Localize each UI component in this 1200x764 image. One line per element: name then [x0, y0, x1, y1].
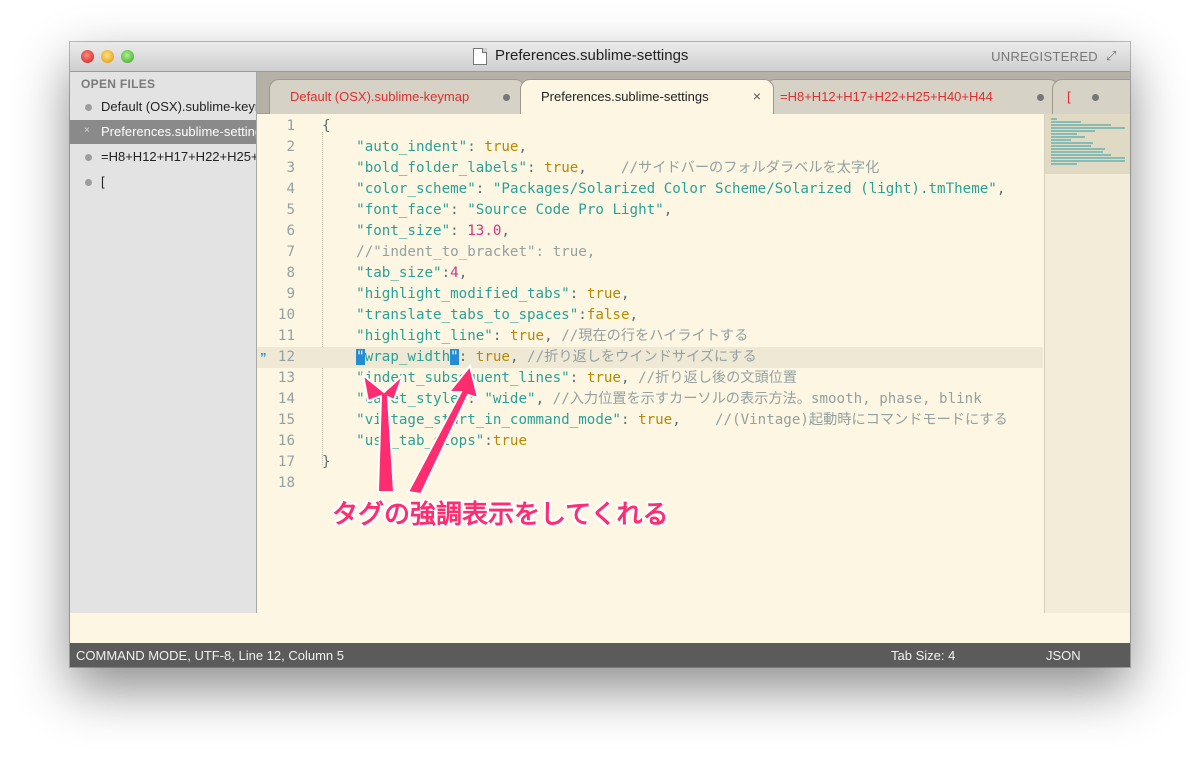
unsaved-dot-icon	[1092, 94, 1099, 101]
line-code: //"indent_to_bracket": true,	[356, 244, 596, 260]
title-bar: Preferences.sublime-settings UNREGISTERE…	[70, 42, 1130, 72]
line-number: 11	[277, 328, 295, 344]
code-line[interactable]: 18	[257, 473, 1043, 494]
code-line[interactable]: 5 "font_face": "Source Code Pro Light",	[257, 200, 1043, 221]
status-tab-size[interactable]: Tab Size: 4	[891, 648, 955, 663]
status-bar: COMMAND MODE, UTF-8, Line 12, Column 5 T…	[70, 643, 1130, 667]
document-icon	[473, 48, 487, 65]
line-number: 18	[277, 475, 295, 491]
sidebar-item-default-keymap[interactable]: Default (OSX).sublime-keymap	[70, 95, 256, 119]
code-line[interactable]: 10 "translate_tabs_to_spaces":false,	[257, 305, 1043, 326]
line-number: 17	[277, 454, 295, 470]
code-line[interactable]: 12” "wrap_width": true, //折り返しをウインドサイズにす…	[257, 347, 1043, 368]
minimize-window-button[interactable]	[101, 50, 114, 63]
line-number: 6	[286, 223, 295, 239]
code-line[interactable]: 16 "use_tab_stops":true	[257, 431, 1043, 452]
tab-formula[interactable]: =H8+H12+H17+H22+H25+H40+H44	[765, 79, 1059, 114]
unsaved-dot-icon	[1037, 94, 1044, 101]
line-code: "wrap_width": true, //折り返しをウインドサイズにする	[356, 349, 757, 365]
tab-bar: Default (OSX).sublime-keymap Preferences…	[257, 72, 1130, 114]
code-line[interactable]: 17}	[257, 452, 1043, 473]
line-number: 4	[286, 181, 295, 197]
sidebar-item-bracket[interactable]: [	[70, 170, 256, 194]
line-number: 9	[286, 286, 295, 302]
line-code: "translate_tabs_to_spaces":false,	[356, 307, 639, 323]
line-code: "use_tab_stops":true	[356, 433, 528, 449]
window-title: Preferences.sublime-settings	[495, 47, 689, 64]
line-code: }	[322, 454, 331, 470]
sidebar-item-formula[interactable]: =H8+H12+H17+H22+H25+H40+H44	[70, 145, 256, 169]
line-code: "indent_subsequent_lines": true, //折り返し後…	[356, 370, 798, 386]
sidebar-item-label: [	[101, 174, 105, 189]
open-files-header: OPEN FILES	[81, 77, 156, 91]
status-syntax[interactable]: JSON	[1046, 648, 1081, 663]
line-code: {	[322, 118, 331, 134]
line-code: "font_size": 13.0,	[356, 223, 510, 239]
code-line[interactable]: 6 "font_size": 13.0,	[257, 221, 1043, 242]
minimap-viewport[interactable]	[1045, 114, 1130, 174]
code-line[interactable]: 9 "highlight_modified_tabs": true,	[257, 284, 1043, 305]
unregistered-label: UNREGISTERED	[991, 49, 1098, 64]
minimap[interactable]	[1044, 114, 1130, 613]
code-line[interactable]: 8 "tab_size":4,	[257, 263, 1043, 284]
line-number: 14	[277, 391, 295, 407]
close-icon[interactable]: ×	[84, 126, 92, 136]
line-code: "font_face": "Source Code Pro Light",	[356, 202, 673, 218]
code-line[interactable]: 13 "indent_subsequent_lines": true, //折り…	[257, 368, 1043, 389]
tab-label: [	[1067, 89, 1071, 104]
unsaved-dot-icon	[85, 104, 92, 111]
status-mode-encoding-position: COMMAND MODE, UTF-8, Line 12, Column 5	[76, 648, 345, 663]
code-line[interactable]: 3 "bold_folder_labels": true, //サイドバーのフォ…	[257, 158, 1043, 179]
line-number: 1	[286, 118, 295, 134]
line-number: 7	[286, 244, 295, 260]
line-number: 16	[277, 433, 295, 449]
tab-bracket[interactable]: [	[1052, 79, 1130, 114]
line-number: 15	[277, 412, 295, 428]
bracket-gutter-icon: ”	[260, 350, 267, 365]
annotation-callout: タグの強調表示をしてくれる	[332, 500, 669, 530]
line-code: "highlight_modified_tabs": true,	[356, 286, 630, 302]
sublime-window: Preferences.sublime-settings UNREGISTERE…	[70, 42, 1130, 667]
sidebar-item-preferences[interactable]: × Preferences.sublime-settings	[70, 120, 256, 144]
zoom-window-button[interactable]	[121, 50, 134, 63]
sidebar-item-label: =H8+H12+H17+H22+H25+H40+H44	[101, 149, 256, 164]
line-code: "caret_style": "wide", //入力位置を示すカーソルの表示方…	[356, 391, 982, 407]
sidebar-item-label: Default (OSX).sublime-keymap	[101, 99, 256, 114]
sidebar-item-label: Preferences.sublime-settings	[101, 124, 256, 139]
tab-preferences[interactable]: Preferences.sublime-settings ×	[520, 79, 774, 114]
line-number: 13	[277, 370, 295, 386]
code-editor[interactable]: 1{2 "auto_indent": true, 3 "bold_folder_l…	[257, 114, 1043, 613]
line-code: "bold_folder_labels": true, //サイドバーのフォルダ…	[356, 160, 880, 176]
line-code: "auto_indent": true,	[356, 139, 528, 155]
line-number: 3	[286, 160, 295, 176]
tab-label: Default (OSX).sublime-keymap	[290, 89, 470, 104]
line-number: 5	[286, 202, 295, 218]
code-line[interactable]: 11 "highlight_line": true, //現在の行をハイライトす…	[257, 326, 1043, 347]
close-tab-icon[interactable]: ×	[753, 89, 761, 103]
line-code: "color_scheme": "Packages/Solarized Colo…	[356, 181, 1006, 197]
close-window-button[interactable]	[81, 50, 94, 63]
tab-label: Preferences.sublime-settings	[541, 89, 709, 104]
unsaved-dot-icon	[85, 179, 92, 186]
line-code: "vintage_start_in_command_mode": true, /…	[356, 412, 1008, 428]
tab-label: =H8+H12+H17+H22+H25+H40+H44	[780, 89, 993, 104]
line-number: 10	[277, 307, 295, 323]
fullscreen-icon[interactable]: ⤢	[1106, 49, 1120, 63]
unsaved-dot-icon	[503, 94, 510, 101]
line-number: 8	[286, 265, 295, 281]
line-number: 2	[286, 139, 295, 155]
code-line[interactable]: 4 "color_scheme": "Packages/Solarized Co…	[257, 179, 1043, 200]
code-line[interactable]: 1{	[257, 116, 1043, 137]
code-line[interactable]: 14 "caret_style": "wide", //入力位置を示すカーソルの…	[257, 389, 1043, 410]
line-code: "highlight_line": true, //現在の行をハイライトする	[356, 328, 749, 344]
sidebar: OPEN FILES Default (OSX).sublime-keymap …	[70, 72, 257, 613]
code-line[interactable]: 15 "vintage_start_in_command_mode": true…	[257, 410, 1043, 431]
code-line[interactable]: 7 //"indent_to_bracket": true,	[257, 242, 1043, 263]
unsaved-dot-icon	[85, 154, 92, 161]
line-code: "tab_size":4,	[356, 265, 468, 281]
tab-default-keymap[interactable]: Default (OSX).sublime-keymap	[269, 79, 525, 114]
code-line[interactable]: 2 "auto_indent": true,	[257, 137, 1043, 158]
